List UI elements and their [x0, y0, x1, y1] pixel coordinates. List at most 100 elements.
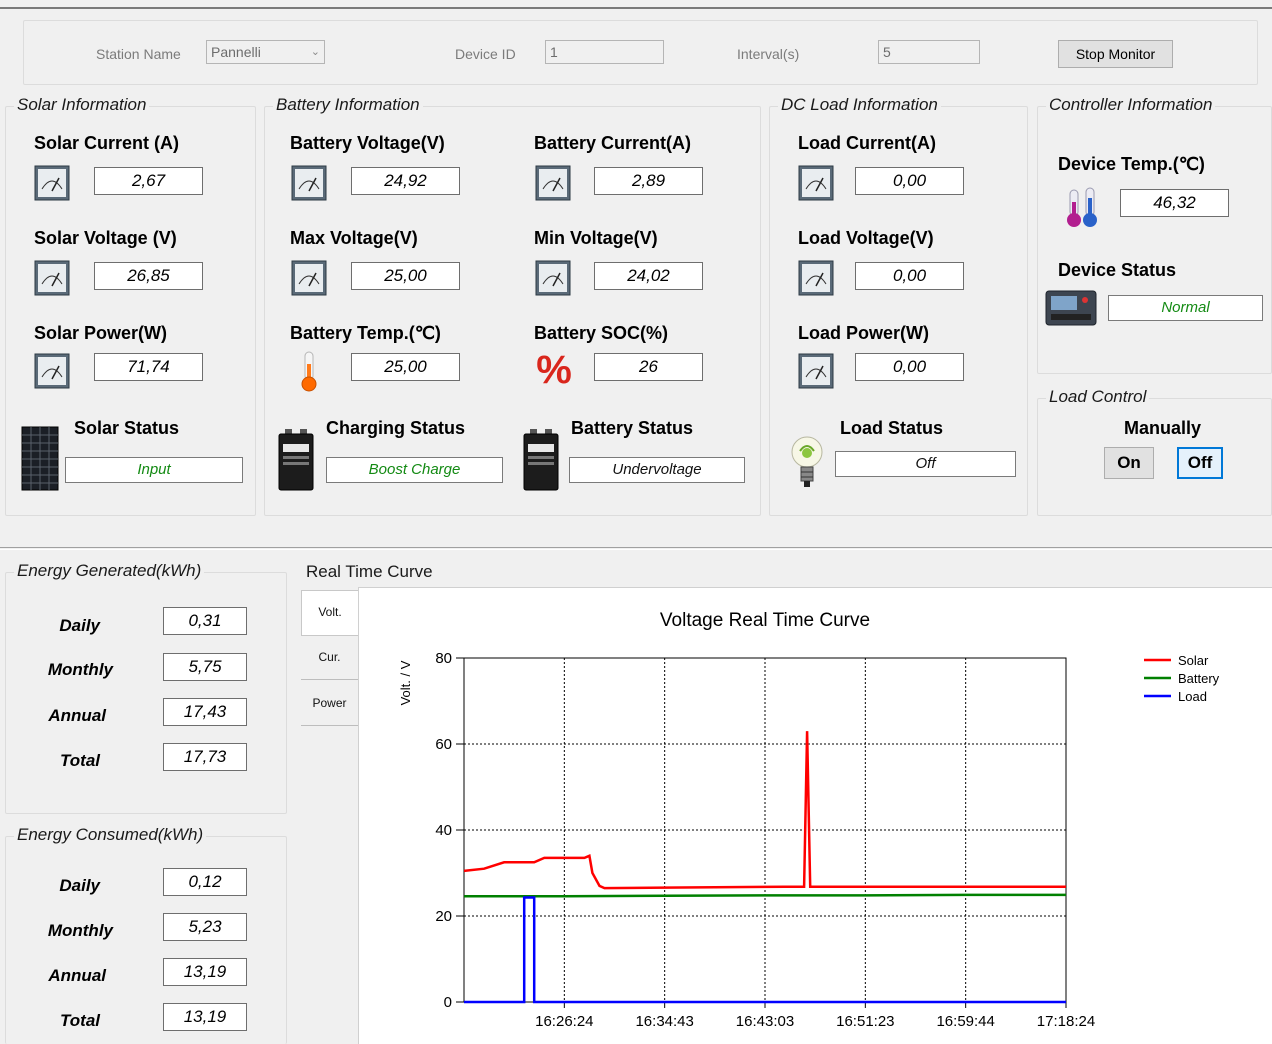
- meter-gauge-icon: [34, 260, 70, 301]
- cons-total-value: 13,19: [163, 1003, 247, 1031]
- x-tick-label: 16:34:43: [635, 1013, 693, 1030]
- tab-voltage[interactable]: Volt.: [301, 590, 358, 636]
- energy-consumed-title: Energy Consumed(kWh): [14, 825, 207, 845]
- load-power-label: Load Power(W): [798, 323, 929, 343]
- meter-gauge-icon: [798, 260, 834, 301]
- interval-input[interactable]: 5: [878, 40, 980, 64]
- cons-annual-value: 13,19: [163, 958, 247, 986]
- svg-text:%: %: [536, 348, 572, 389]
- legend-label-solar: Solar: [1178, 653, 1209, 668]
- load-status-label: Load Status: [840, 418, 944, 438]
- y-axis-label: Volt. / V: [398, 660, 413, 705]
- x-tick-label: 16:59:44: [936, 1013, 994, 1030]
- solar-info-title: Solar Information: [14, 95, 150, 115]
- gen-total-label: Total: [60, 751, 100, 770]
- meter-gauge-icon: [34, 353, 70, 394]
- solar-voltage-label: Solar Voltage (V): [34, 228, 177, 248]
- device-status-label: Device Status: [1058, 260, 1177, 280]
- max-voltage-value: 25,00: [351, 262, 460, 290]
- charging-status-label: Charging Status: [326, 418, 466, 438]
- thermometer-icon: [296, 350, 322, 397]
- battery-temp-value: 25,00: [351, 353, 460, 381]
- station-name-label: Station Name: [96, 46, 181, 62]
- tab-current[interactable]: Cur.: [301, 636, 358, 680]
- y-tick-label: 0: [444, 994, 452, 1011]
- gen-monthly-value: 5,75: [163, 653, 247, 681]
- thermometer-icon: [1064, 186, 1102, 235]
- cons-monthly-label: Monthly: [47, 921, 113, 940]
- battery-icon: [277, 428, 315, 497]
- meter-gauge-icon: [291, 260, 327, 301]
- battery-soc-label: Battery SOC(%): [534, 323, 669, 343]
- gen-annual-label: Annual: [48, 706, 106, 725]
- real-time-curve-title: Real Time Curve: [306, 562, 433, 581]
- cons-daily-value: 0,12: [163, 868, 247, 896]
- solar-power-value: 71,74: [94, 353, 203, 381]
- battery-status-value: Undervoltage: [569, 457, 745, 483]
- cons-daily-label: Daily: [59, 876, 100, 895]
- controller-info-group: Controller Information: [1037, 95, 1272, 374]
- cons-monthly-value: 5,23: [163, 913, 247, 941]
- battery-info-title: Battery Information: [273, 95, 423, 115]
- battery-temp-label: Battery Temp.(℃): [290, 323, 441, 343]
- stop-monitor-button[interactable]: Stop Monitor: [1058, 40, 1173, 68]
- load-on-button[interactable]: On: [1104, 447, 1154, 479]
- x-tick-label: 16:51:23: [836, 1013, 894, 1030]
- meter-gauge-icon: [535, 260, 571, 301]
- device-status-value: Normal: [1108, 295, 1263, 321]
- interval-label: Interval(s): [737, 46, 800, 62]
- solar-power-label: Solar Power(W): [34, 323, 168, 343]
- device-id-label: Device ID: [455, 46, 516, 62]
- min-voltage-label: Min Voltage(V): [534, 228, 658, 248]
- solar-current-label: Solar Current (A): [34, 133, 180, 153]
- solar-status-label: Solar Status: [74, 418, 180, 438]
- percent-icon: %: [533, 347, 575, 394]
- meter-gauge-icon: [34, 165, 70, 206]
- device-temp-label: Device Temp.(℃): [1058, 154, 1205, 174]
- station-name-value: Pannelli: [211, 44, 261, 60]
- load-voltage-label: Load Voltage(V): [798, 228, 934, 248]
- y-tick-label: 80: [435, 650, 452, 667]
- gen-daily-label: Daily: [59, 616, 100, 635]
- battery-current-value: 2,89: [594, 167, 703, 195]
- load-off-button[interactable]: Off: [1177, 447, 1223, 479]
- max-voltage-label: Max Voltage(V): [290, 228, 418, 248]
- charge-controller-icon: [1045, 290, 1097, 331]
- solar-panel-icon: [21, 426, 59, 496]
- series-line-battery: [464, 893, 1066, 898]
- y-tick-label: 40: [435, 822, 452, 839]
- battery-icon: [522, 428, 560, 497]
- load-control-group: Load Control: [1037, 387, 1272, 516]
- top-divider: [0, 7, 1272, 9]
- y-tick-label: 20: [435, 908, 452, 925]
- battery-status-label: Battery Status: [571, 418, 694, 438]
- gen-total-value: 17,73: [163, 743, 247, 771]
- gen-monthly-label: Monthly: [47, 660, 113, 679]
- load-current-value: 0,00: [855, 167, 964, 195]
- y-tick-label: 60: [435, 736, 452, 753]
- battery-current-label: Battery Current(A): [534, 133, 692, 153]
- charging-status-value: Boost Charge: [326, 457, 503, 483]
- x-tick-label: 16:43:03: [736, 1013, 794, 1030]
- load-power-value: 0,00: [855, 353, 964, 381]
- tab-power[interactable]: Power: [301, 680, 358, 726]
- light-bulb-icon: [790, 433, 824, 500]
- chart-title: Voltage Real Time Curve: [660, 610, 870, 631]
- legend-label-battery: Battery: [1178, 671, 1220, 686]
- section-divider: [0, 547, 1272, 550]
- x-tick-label: 16:26:24: [535, 1013, 593, 1030]
- cons-total-label: Total: [60, 1011, 100, 1030]
- min-voltage-value: 24,02: [594, 262, 703, 290]
- load-control-mode-label: Manually: [1124, 418, 1202, 438]
- chevron-down-icon[interactable]: ⌄: [311, 41, 320, 63]
- station-name-select[interactable]: Pannelli ⌄: [206, 40, 325, 64]
- device-id-input[interactable]: 1: [545, 40, 664, 64]
- solar-current-value: 2,67: [94, 167, 203, 195]
- cons-annual-label: Annual: [48, 966, 106, 985]
- load-current-label: Load Current(A): [798, 133, 936, 153]
- meter-gauge-icon: [798, 353, 834, 394]
- device-temp-value: 46,32: [1120, 189, 1229, 217]
- gen-daily-value: 0,31: [163, 607, 247, 635]
- energy-generated-title: Energy Generated(kWh): [14, 561, 205, 581]
- meter-gauge-icon: [291, 165, 327, 206]
